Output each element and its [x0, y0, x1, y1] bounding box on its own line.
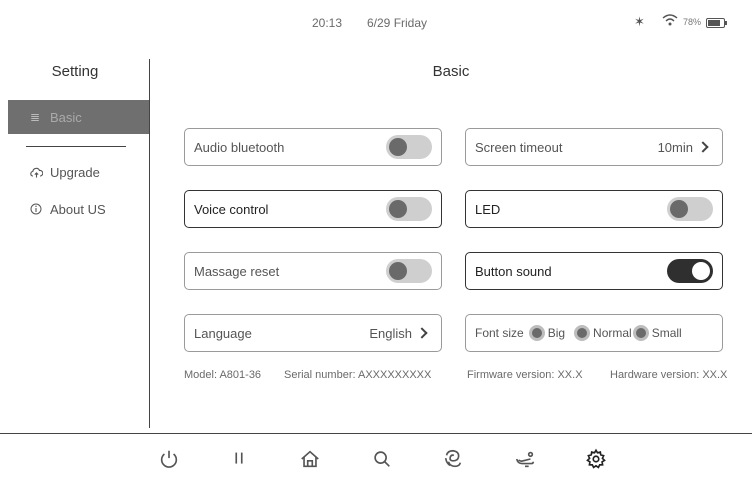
massage-reset-toggle[interactable] — [386, 259, 432, 283]
setting-label: Audio bluetooth — [194, 139, 285, 155]
sidebar-separator — [26, 146, 126, 147]
serial-info: Serial number: AXXXXXXXXX — [284, 369, 432, 381]
font-size-option-small[interactable]: Small — [632, 325, 682, 341]
setting-label: Screen timeout — [475, 139, 563, 155]
sidebar-item-label: About US — [50, 201, 106, 217]
setting-label: Voice control — [194, 201, 269, 217]
screen-timeout-setting[interactable]: Screen timeout 10min — [465, 128, 723, 166]
option-label: Small — [651, 326, 682, 340]
wifi-icon — [662, 13, 678, 27]
button-sound-toggle[interactable] — [667, 259, 713, 283]
font-size-option-big[interactable]: Big — [524, 325, 565, 341]
setting-label: Language — [194, 325, 252, 341]
chevron-right-icon — [416, 327, 428, 339]
setting-label: Massage reset — [194, 263, 280, 279]
toggle-knob — [670, 200, 688, 218]
model-info: Model: A801-36 — [184, 369, 262, 381]
button-sound-setting: Button sound — [465, 252, 723, 290]
sliders-icon: ≣ — [30, 110, 41, 124]
toggle-knob — [692, 262, 710, 280]
setting-label: Button sound — [475, 263, 552, 279]
toggle-knob — [389, 200, 407, 218]
firmware-info: Firmware version: XX.X — [467, 369, 583, 381]
search-icon[interactable] — [369, 446, 395, 472]
audio-bluetooth-toggle[interactable] — [386, 135, 432, 159]
sidebar-item-label: Upgrade — [50, 164, 100, 180]
led-toggle[interactable] — [667, 197, 713, 221]
hardware-info: Hardware version: XX.X — [610, 369, 728, 381]
massage-hand-icon[interactable] — [440, 446, 466, 472]
toggle-knob — [389, 262, 407, 280]
sidebar-divider — [149, 59, 150, 428]
voice-control-toggle[interactable] — [386, 197, 432, 221]
led-setting: LED — [465, 190, 723, 228]
radio-icon — [528, 325, 545, 341]
sidebar-item-upgrade[interactable]: Upgrade — [8, 155, 150, 189]
bottom-divider — [0, 433, 752, 434]
voice-control-setting: Voice control — [184, 190, 442, 228]
sidebar-title: Setting — [51, 63, 99, 80]
battery-icon — [706, 18, 727, 28]
home-icon[interactable] — [297, 446, 323, 472]
battery-level — [708, 20, 720, 26]
cloud-upload-icon — [30, 167, 50, 178]
radio-icon — [574, 325, 591, 341]
status-bar: 20:13 6/29 Friday ✶ 78% — [0, 0, 752, 40]
setting-label: LED — [475, 201, 501, 217]
sidebar-item-about[interactable]: About US — [8, 192, 150, 226]
toggle-knob — [389, 138, 407, 156]
power-icon[interactable] — [156, 446, 182, 472]
bluetooth-icon: ✶ — [634, 14, 645, 29]
setting-label: Font size — [475, 326, 524, 340]
gear-icon[interactable] — [583, 446, 609, 472]
page-title: Basic — [432, 63, 470, 80]
option-label: Normal — [593, 326, 632, 340]
sidebar-item-basic[interactable]: ≣ Basic — [8, 100, 150, 134]
font-size-row: Font size Big Normal Small — [475, 325, 682, 341]
language-value: English — [369, 325, 412, 341]
language-setting[interactable]: Language English — [184, 314, 442, 352]
status-time: 20:13 — [312, 16, 343, 30]
info-icon — [30, 203, 50, 215]
font-size-setting: Font size Big Normal Small — [465, 314, 723, 352]
audio-bluetooth-setting: Audio bluetooth — [184, 128, 442, 166]
chevron-right-icon — [697, 141, 709, 153]
recline-icon[interactable] — [512, 446, 538, 472]
radio-icon — [632, 325, 649, 341]
sidebar: Setting ≣ Basic Upgrade About US — [0, 40, 150, 428]
massage-reset-setting: Massage reset — [184, 252, 442, 290]
pause-icon[interactable] — [226, 446, 252, 472]
font-size-option-normal[interactable]: Normal — [569, 325, 632, 341]
option-label: Big — [547, 326, 566, 340]
battery-percent: 78% — [683, 17, 702, 27]
screen-timeout-value: 10min — [657, 139, 693, 155]
sidebar-item-label: Basic — [50, 109, 82, 125]
status-date: 6/29 Friday — [367, 16, 428, 30]
